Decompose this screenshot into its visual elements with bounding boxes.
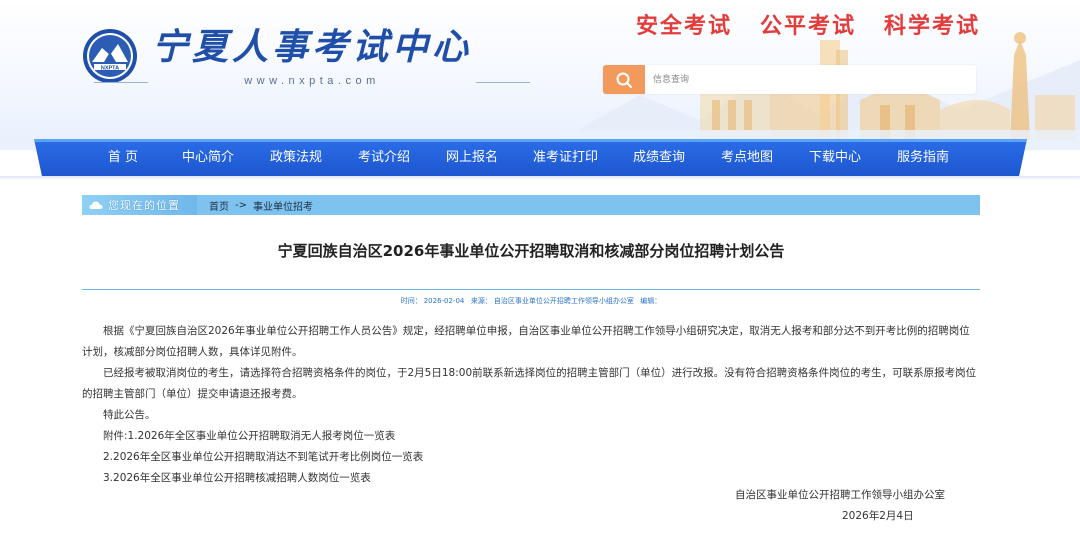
site-logo[interactable]: NXPTA 宁夏人事考试中心 www.nxpta.com [82, 25, 531, 87]
slogans: 安全考试 公平考试 科学考试 [636, 8, 980, 40]
nav-item-score-query[interactable]: 成绩查询 [633, 139, 685, 176]
nav-item-exam-intro[interactable]: 考试介绍 [322, 139, 446, 176]
search-bar [603, 65, 976, 94]
breadcrumb: 您现在的位置 首页 -> 事业单位招考 [82, 195, 980, 215]
article-date: 2026年2月4日 [842, 510, 914, 522]
attachment-link-1[interactable]: 附件:1.2026年全区事业单位公开招聘取消无人报考岗位一览表 [82, 426, 980, 447]
meta-editor-label: 编辑： [640, 297, 662, 305]
meta-time: 2026-02-04 [423, 297, 465, 305]
nav-item-exam-map[interactable]: 考点地图 [685, 139, 809, 176]
attachment-link-3[interactable]: 3.2026年全区事业单位公开招聘核减招聘人数岗位一览表 [82, 468, 980, 489]
breadcrumb-current[interactable]: 事业单位招考 [253, 198, 313, 213]
article-signature: 自治区事业单位公开招聘工作领导小组办公室 [735, 489, 945, 501]
nav-item-policy[interactable]: 政策法规 [270, 139, 322, 176]
nav-shadow [0, 176, 1080, 180]
nav-item-online-registration[interactable]: 网上报名 [446, 139, 498, 176]
location-label-box: 您现在的位置 [82, 195, 197, 215]
nav-item-download[interactable]: 下载中心 [809, 139, 861, 176]
nav-item-admission-ticket[interactable]: 准考证打印 [498, 139, 633, 176]
nav-item-service-guide[interactable]: 服务指南 [861, 139, 985, 176]
title-divider [82, 289, 980, 290]
site-url: www.nxpta.com [93, 75, 531, 87]
nav-item-about[interactable]: 中心简介 [146, 139, 270, 176]
article-meta: 时间： 2026-02-04 来源： 自治区事业单位公开招聘工作领导小组办公室 编辑… [0, 296, 1062, 306]
search-button[interactable] [603, 65, 645, 94]
breadcrumb-separator: -> [235, 199, 247, 211]
svg-text:NXPTA: NXPTA [101, 66, 119, 72]
article-title: 宁夏回族自治区2026年事业单位公开招聘取消和核减部分岗位招聘计划公告 [277, 242, 785, 260]
article-body: 根据《宁夏回族自治区2026年事业单位公开招聘工作人员公告》规定，经招聘单位申报… [82, 321, 980, 489]
meta-source: 自治区事业单位公开招聘工作领导小组办公室 [493, 297, 634, 305]
search-input[interactable] [645, 65, 976, 94]
breadcrumb-home[interactable]: 首页 [209, 198, 229, 213]
cloud-icon [89, 201, 103, 209]
main-nav: 首 页 中心简介 政策法规 考试介绍 网上报名 准考证打印 成绩查询 考点地图 … [34, 139, 1027, 176]
slogan-fair: 公平考试 [760, 14, 857, 39]
slogan-scientific: 科学考试 [884, 14, 981, 39]
nxpta-emblem-icon: NXPTA [83, 29, 137, 83]
paragraph: 已经报考被取消岗位的考生，请选择符合招聘资格条件的岗位，于2月5日18:00前联… [82, 367, 977, 400]
slogan-safe: 安全考试 [636, 14, 733, 39]
nav-item-home[interactable]: 首 页 [100, 139, 146, 176]
location-label: 您现在的位置 [108, 199, 180, 212]
meta-source-label: 来源： [470, 297, 492, 305]
site-name: 宁夏人事考试中心 [152, 26, 473, 68]
site-header: NXPTA 宁夏人事考试中心 www.nxpta.com 安全考试 公平考试 科… [0, 0, 1080, 150]
paragraph: 根据《宁夏回族自治区2026年事业单位公开招聘工作人员公告》规定，经招聘单位申报… [82, 325, 970, 358]
search-icon [616, 72, 632, 88]
meta-time-label: 时间： [400, 297, 422, 305]
paragraph: 特此公告。 [103, 409, 156, 421]
attachment-link-2[interactable]: 2.2026年全区事业单位公开招聘取消达不到笔试开考比例岗位一览表 [82, 447, 980, 468]
